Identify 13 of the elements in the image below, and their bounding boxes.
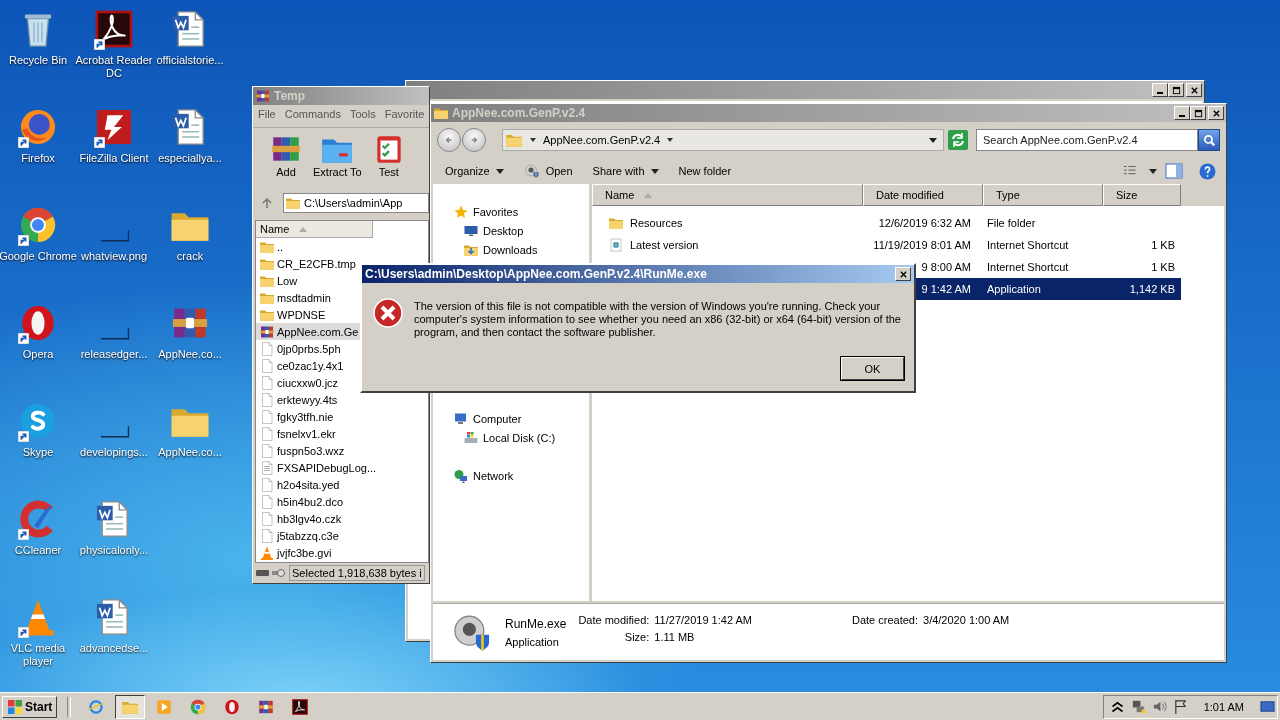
status-text: Selected 1,918,638 bytes i	[289, 565, 425, 581]
property-label: Date modified:	[578, 614, 650, 626]
file-name: RunMe.exe	[505, 616, 567, 631]
property-value: 11/27/2019 1:42 AM	[654, 614, 752, 626]
property-label: Size:	[623, 631, 650, 643]
dialog-title: C:\Users\admin\Desktop\AppNee.com.GenP.v2.4\RunMe.exe	[365, 267, 707, 281]
window-title: Temp	[274, 89, 306, 103]
error-message: The version of this file is not compatible with the version of Windows you're running. Check your computer's system information to see whether you need an x86 (32-bit) or x64 (64-bit) version of the program, and then contact the software publisher.	[414, 300, 902, 339]
file-type: Application	[505, 635, 560, 648]
window-title: AppNee.com.GenP.v2.4	[452, 106, 586, 120]
property-value: 1.11 MB	[654, 631, 696, 643]
property-value: 3/4/2020 1:00 AM	[923, 614, 1010, 626]
property-label: Date created:	[851, 614, 918, 626]
